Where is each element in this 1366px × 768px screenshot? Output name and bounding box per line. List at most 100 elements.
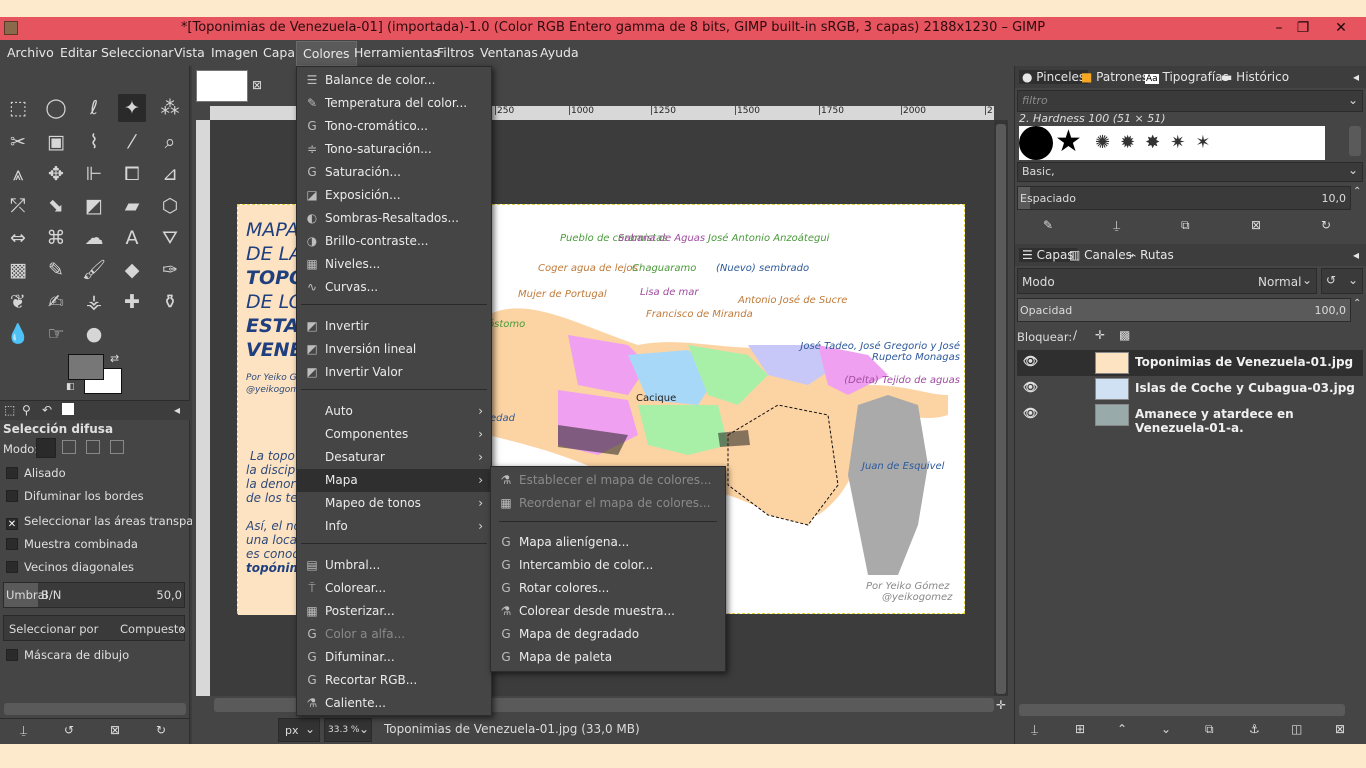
brush-star-icon[interactable]: ★ (1055, 124, 1082, 159)
perspective-icon[interactable]: ▰ (118, 192, 146, 220)
mode-subtract-icon[interactable] (86, 440, 100, 454)
diagonal-option[interactable]: Vecinos diagonales (6, 560, 134, 574)
measure-icon[interactable]: ⩓ (4, 160, 32, 188)
smudge-icon[interactable]: ☞ (42, 320, 70, 348)
select-transparent-checkbox[interactable]: ✕ (6, 518, 18, 530)
menu-item-mapeo-tonos[interactable]: Mapeo de tonos › (297, 492, 491, 515)
menu-capa[interactable]: Capa (263, 45, 295, 60)
layer-row[interactable]: 👁 Islas de Coche y Cubagua-03.jpg (1017, 376, 1363, 402)
menu-archivo[interactable]: Archivo (7, 45, 54, 60)
menu-item-invertir[interactable]: ◩ Invertir (297, 315, 491, 338)
scissors-icon[interactable]: ✂ (4, 128, 32, 156)
menu-item-tono-cromatico[interactable]: G Tono-cromático... (297, 115, 491, 138)
draw-mask-checkbox[interactable] (6, 649, 18, 661)
lock-alpha-icon[interactable]: ▩ (1119, 328, 1130, 342)
color-picker-icon[interactable]: ⁄ (118, 128, 146, 156)
draw-mask-option[interactable]: Máscara de dibujo (6, 648, 129, 662)
warp-icon[interactable]: ☁ (80, 224, 108, 252)
menu-item-establecer-mapa[interactable]: ⚗ Establecer el mapa de colores... (491, 469, 725, 492)
layer-row[interactable]: 👁 Toponimias de Venezuela-01.jpg (1017, 350, 1363, 376)
scale-icon[interactable]: ⬊ (42, 192, 70, 220)
menu-item-colorear-desde-muestra[interactable]: ⚗ Colorear desde muestra... (491, 600, 725, 623)
brush-hardness-icon[interactable] (1019, 126, 1053, 160)
align-icon[interactable]: ⊩ (80, 160, 108, 188)
dodge-burn-icon[interactable]: ● (80, 320, 108, 348)
perspective-clone-icon[interactable]: ⚱ (156, 288, 184, 316)
lower-layer-icon[interactable]: ⌄ (1161, 722, 1171, 736)
brush-grid-scrollbar[interactable] (1349, 126, 1361, 156)
menu-item-saturacion[interactable]: G Saturación... (297, 161, 491, 184)
edit-brush-icon[interactable]: ✎ (1043, 218, 1053, 232)
menu-item-reordenar-mapa[interactable]: ▦ Reordenar el mapa de colores... (491, 492, 725, 515)
select-by-dropdown[interactable]: Seleccionar por Compuesto › (3, 615, 185, 641)
gradient-icon[interactable]: ▩ (4, 256, 32, 284)
tab-capas[interactable]: ☰ Capas (1019, 248, 1077, 262)
undo-history-tab-icon[interactable]: ↶ (42, 403, 52, 417)
menu-item-auto[interactable]: Auto › (297, 400, 491, 423)
close-window-button[interactable]: ✕ (1322, 17, 1360, 39)
tab-tipografias[interactable]: Aa Tipografías (1145, 70, 1229, 84)
text-icon[interactable]: A (118, 224, 146, 252)
tab-rutas[interactable]: ⌁ Rutas (1129, 248, 1174, 262)
menu-item-temperatura[interactable]: ✎ Temperatura del color... (297, 92, 491, 115)
menu-item-mapa-degradado[interactable]: G Mapa de degradado (491, 623, 725, 646)
menu-item-balance-color[interactable]: ☰ Balance de color... (297, 69, 491, 92)
lock-pixels-icon[interactable]: ∕ (1073, 328, 1077, 342)
menu-item-color-a-alfa[interactable]: G Color a alfa... (297, 623, 491, 646)
visibility-eye-icon[interactable]: 👁 (1023, 380, 1038, 394)
shear-icon[interactable]: ◩ (80, 192, 108, 220)
menu-item-curvas[interactable]: ∿ Curvas... (297, 276, 491, 299)
menu-item-recortar-rgb[interactable]: G Recortar RGB... (297, 669, 491, 692)
menu-item-niveles[interactable]: ▦ Niveles... (297, 253, 491, 276)
tab-patrones[interactable]: ■ Patrones (1081, 70, 1148, 84)
menu-item-mapa[interactable]: Mapa › (297, 469, 491, 492)
mypaint-brush-icon[interactable]: ✍ (42, 288, 70, 316)
menu-item-mapa-alienigena[interactable]: G Mapa alienígena... (491, 531, 725, 554)
zoom-selector[interactable]: 33.3 % ⌄ (324, 718, 372, 742)
menu-item-caliente[interactable]: ⚗ Caliente... (297, 692, 491, 715)
refresh-brushes-icon[interactable]: ↻ (1321, 218, 1331, 232)
layer-row[interactable]: 👁 Amanece y atardece en Venezuela-01-a. (1017, 402, 1363, 435)
menu-item-exposicion[interactable]: ◪ Exposición... (297, 184, 491, 207)
cage-icon[interactable]: ⌘ (42, 224, 70, 252)
menu-vista[interactable]: Vista (174, 45, 205, 60)
threshold-slider[interactable]: Umbral B/N 50,0 (3, 582, 185, 608)
anchor-layer-icon[interactable]: ⚓ (1249, 722, 1260, 736)
layers-scrollbar[interactable] (1019, 704, 1345, 716)
menu-seleccionar[interactable]: Seleccionar (101, 45, 173, 60)
ink-icon[interactable]: ❦ (4, 288, 32, 316)
paths-icon[interactable]: ⌇ (80, 128, 108, 156)
new-brush-icon[interactable]: ⍊ (1113, 218, 1120, 233)
flip-icon[interactable]: ⇔ (4, 224, 32, 252)
ellipse-select-icon[interactable]: ◯ (42, 94, 70, 122)
lock-position-icon[interactable]: ✛ (1095, 328, 1105, 342)
unified-transform-icon[interactable]: ⊿ (156, 160, 184, 188)
delete-brush-icon[interactable]: ⊠ (1251, 218, 1261, 232)
restore-options-icon[interactable]: ↺ (64, 723, 74, 737)
menu-item-difuminar[interactable]: G Difuminar... (297, 646, 491, 669)
visibility-eye-icon[interactable]: 👁 (1023, 354, 1038, 368)
delete-layer-icon[interactable]: ⊠ (1335, 722, 1345, 736)
antialias-checkbox[interactable] (6, 467, 18, 479)
save-options-icon[interactable]: ⍊ (20, 723, 27, 738)
menu-item-brillo-contraste[interactable]: ◑ Brillo-contraste... (297, 230, 491, 253)
raise-layer-icon[interactable]: ⌃ (1117, 722, 1127, 736)
opacity-slider[interactable]: Opacidad 100,0 (1017, 298, 1351, 322)
menu-item-info[interactable]: Info › (297, 515, 491, 538)
menu-item-mapa-paleta[interactable]: G Mapa de paleta (491, 646, 725, 669)
menu-colores[interactable]: Colores (296, 41, 357, 66)
menu-item-invertir-valor[interactable]: ◩ Invertir Valor (297, 361, 491, 384)
3d-transform-icon[interactable]: ⬡ (156, 192, 184, 220)
sample-merged-option[interactable]: Muestra combinada (6, 537, 138, 551)
restore-button[interactable]: ❐ (1284, 17, 1322, 39)
layer-mode-dropdown[interactable]: Modo Normal ⌄ (1017, 268, 1317, 294)
new-layer-icon[interactable]: ⍊ (1031, 722, 1038, 737)
menu-item-inversion-lineal[interactable]: ◩ Inversión lineal (297, 338, 491, 361)
brush-preset-dropdown[interactable]: Basic, ⌄ (1017, 162, 1363, 182)
opacity-stepper-icon[interactable]: ⌃ (1353, 298, 1361, 309)
menu-item-rotar-colores[interactable]: G Rotar colores... (491, 577, 725, 600)
configure-tab-icon[interactable]: ◂ (1353, 248, 1359, 262)
move-icon[interactable]: ✥ (42, 160, 70, 188)
diagonal-checkbox[interactable] (6, 561, 18, 573)
zoom-icon[interactable]: ⌕ (156, 128, 184, 156)
